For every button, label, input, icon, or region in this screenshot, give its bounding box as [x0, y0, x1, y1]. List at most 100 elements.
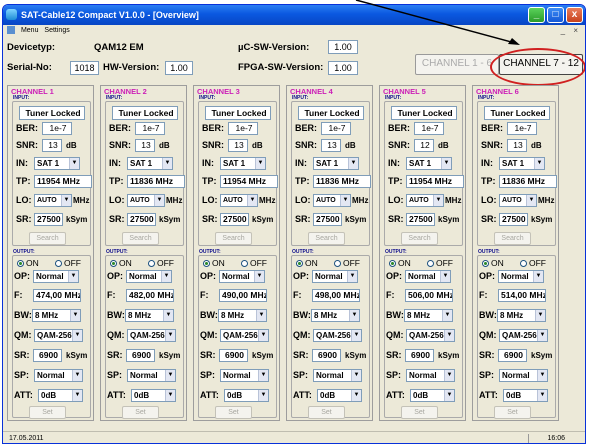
- search-button[interactable]: Search: [308, 232, 345, 245]
- sr-field[interactable]: 27500: [34, 213, 63, 226]
- input-select[interactable]: SAT 1 ▼: [313, 157, 359, 170]
- tp-field[interactable]: 11954 MHz: [406, 175, 464, 188]
- sr-field[interactable]: 27500: [220, 213, 249, 226]
- qam-select[interactable]: QAM-256 ▼: [220, 329, 269, 342]
- tp-field[interactable]: 11836 MHz: [127, 175, 185, 188]
- title-bar[interactable]: SAT-Cable12 Compact V1.0.0 - [Overview] …: [3, 5, 585, 25]
- tp-field[interactable]: 11954 MHz: [34, 175, 92, 188]
- close-button[interactable]: x: [566, 7, 583, 23]
- search-button[interactable]: Search: [29, 232, 66, 245]
- tp-field[interactable]: 11836 MHz: [313, 175, 371, 188]
- freq-field[interactable]: 506,00 MHz: [405, 289, 453, 302]
- freq-field[interactable]: 514,00 MHz: [498, 289, 546, 302]
- qam-select[interactable]: QAM-256 ▼: [313, 329, 362, 342]
- op-select[interactable]: Normal ▼: [33, 270, 79, 283]
- search-button[interactable]: Search: [494, 232, 531, 245]
- output-on-radio[interactable]: ON: [17, 258, 39, 268]
- op-select[interactable]: Normal ▼: [219, 270, 265, 283]
- bw-select[interactable]: 8 MHz ▼: [404, 309, 453, 322]
- freq-field[interactable]: 498,00 MHz: [312, 289, 360, 302]
- bw-select[interactable]: 8 MHz ▼: [125, 309, 174, 322]
- output-sr-field[interactable]: 6900: [405, 349, 434, 362]
- att-select[interactable]: 0dB ▼: [224, 389, 269, 402]
- mdi-document-icon[interactable]: [7, 26, 15, 35]
- menu-item-settings[interactable]: Settings: [44, 25, 69, 37]
- bw-select[interactable]: 8 MHz ▼: [32, 309, 81, 322]
- output-sr-field[interactable]: 6900: [33, 349, 62, 362]
- output-on-radio[interactable]: ON: [296, 258, 318, 268]
- output-on-radio[interactable]: ON: [110, 258, 132, 268]
- op-select[interactable]: Normal ▼: [126, 270, 172, 283]
- sr-field[interactable]: 27500: [406, 213, 435, 226]
- set-button[interactable]: Set: [401, 406, 438, 419]
- att-select[interactable]: 0dB ▼: [131, 389, 176, 402]
- lo-select[interactable]: AUTO ▼: [34, 194, 72, 207]
- output-on-radio[interactable]: ON: [482, 258, 504, 268]
- bw-select[interactable]: 8 MHz ▼: [497, 309, 546, 322]
- set-button[interactable]: Set: [494, 406, 531, 419]
- search-button[interactable]: Search: [401, 232, 438, 245]
- output-sr-field[interactable]: 6900: [312, 349, 341, 362]
- output-sr-field[interactable]: 6900: [498, 349, 527, 362]
- output-off-radio[interactable]: OFF: [427, 258, 453, 268]
- input-select[interactable]: SAT 1 ▼: [406, 157, 452, 170]
- input-select[interactable]: SAT 1 ▼: [220, 157, 266, 170]
- output-off-radio[interactable]: OFF: [520, 258, 546, 268]
- output-on-radio[interactable]: ON: [203, 258, 225, 268]
- search-button[interactable]: Search: [122, 232, 159, 245]
- freq-field[interactable]: 482,00 MHz: [126, 289, 174, 302]
- bw-select[interactable]: 8 MHz ▼: [218, 309, 267, 322]
- input-select[interactable]: SAT 1 ▼: [127, 157, 173, 170]
- output-off-radio[interactable]: OFF: [334, 258, 360, 268]
- channel-1-6-button[interactable]: CHANNEL 1 - 6: [415, 54, 499, 75]
- tp-field[interactable]: 11836 MHz: [499, 175, 557, 188]
- sp-select[interactable]: Normal ▼: [220, 369, 269, 382]
- input-select[interactable]: SAT 1 ▼: [499, 157, 545, 170]
- set-button[interactable]: Set: [215, 406, 252, 419]
- op-select[interactable]: Normal ▼: [312, 270, 358, 283]
- att-select[interactable]: 0dB ▼: [410, 389, 455, 402]
- set-button[interactable]: Set: [122, 406, 159, 419]
- mdi-window-controls[interactable]: _ ×: [561, 25, 581, 37]
- menu-item-menu[interactable]: Menu: [21, 25, 39, 37]
- output-off-radio[interactable]: OFF: [241, 258, 267, 268]
- op-select[interactable]: Normal ▼: [405, 270, 451, 283]
- sr-field[interactable]: 27500: [127, 213, 156, 226]
- qam-select-value: QAM-256: [502, 331, 537, 340]
- sp-select[interactable]: Normal ▼: [34, 369, 83, 382]
- sp-select[interactable]: Normal ▼: [499, 369, 548, 382]
- maximize-button[interactable]: □: [547, 7, 564, 23]
- output-sr-field[interactable]: 6900: [126, 349, 155, 362]
- search-button[interactable]: Search: [215, 232, 252, 245]
- bw-select[interactable]: 8 MHz ▼: [311, 309, 360, 322]
- freq-field[interactable]: 490,00 MHz: [219, 289, 267, 302]
- op-select[interactable]: Normal ▼: [498, 270, 544, 283]
- lo-select[interactable]: AUTO ▼: [127, 194, 165, 207]
- input-select[interactable]: SAT 1 ▼: [34, 157, 80, 170]
- sr-field[interactable]: 27500: [313, 213, 342, 226]
- att-select[interactable]: 0dB ▼: [38, 389, 83, 402]
- output-on-radio[interactable]: ON: [389, 258, 411, 268]
- set-button[interactable]: Set: [29, 406, 66, 419]
- sp-select[interactable]: Normal ▼: [313, 369, 362, 382]
- sp-select[interactable]: Normal ▼: [127, 369, 176, 382]
- tp-field[interactable]: 11954 MHz: [220, 175, 278, 188]
- att-select[interactable]: 0dB ▼: [503, 389, 548, 402]
- freq-field[interactable]: 474,00 MHz: [33, 289, 81, 302]
- output-off-radio[interactable]: OFF: [55, 258, 81, 268]
- qam-select[interactable]: QAM-256 ▼: [499, 329, 548, 342]
- output-sr-field[interactable]: 6900: [219, 349, 248, 362]
- output-off-radio[interactable]: OFF: [148, 258, 174, 268]
- att-select[interactable]: 0dB ▼: [317, 389, 362, 402]
- lo-select[interactable]: AUTO ▼: [313, 194, 351, 207]
- minimize-button[interactable]: _: [528, 7, 545, 23]
- lo-select[interactable]: AUTO ▼: [406, 194, 444, 207]
- qam-select[interactable]: QAM-256 ▼: [406, 329, 455, 342]
- sr-field[interactable]: 27500: [499, 213, 528, 226]
- set-button[interactable]: Set: [308, 406, 345, 419]
- lo-select[interactable]: AUTO ▼: [220, 194, 258, 207]
- qam-select[interactable]: QAM-256 ▼: [34, 329, 83, 342]
- sp-select[interactable]: Normal ▼: [406, 369, 455, 382]
- qam-select[interactable]: QAM-256 ▼: [127, 329, 176, 342]
- lo-select[interactable]: AUTO ▼: [499, 194, 537, 207]
